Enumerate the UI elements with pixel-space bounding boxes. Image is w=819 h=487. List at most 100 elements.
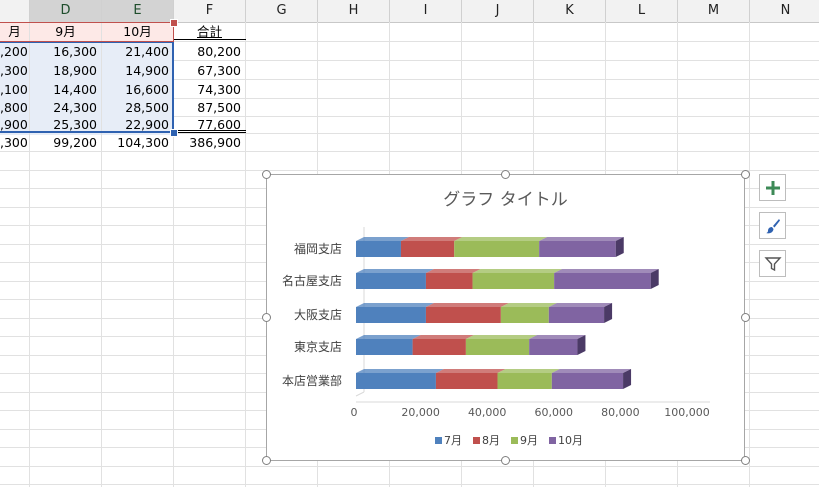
bar-segment-top — [435, 369, 506, 373]
chart-handle-top-left[interactable] — [262, 170, 271, 179]
bar-segment — [500, 307, 549, 323]
bar-segment — [435, 373, 498, 389]
bar-segment — [356, 373, 436, 389]
bar-segment-top — [497, 369, 560, 373]
cell-d[interactable]: 18,900 — [30, 61, 101, 81]
column-header-f[interactable]: F — [174, 0, 246, 22]
column-header-j[interactable]: J — [462, 0, 534, 22]
legend-swatch — [435, 437, 442, 444]
bar-segment — [412, 339, 466, 355]
bar-segment — [465, 339, 530, 355]
grid-vline — [245, 22, 246, 487]
bar-segment-top — [412, 335, 474, 339]
chart-area[interactable]: グラフ タイトル 0 20,000 40,000 60,000 80,000 100,00… — [266, 174, 745, 461]
chart-floor-edge — [355, 391, 365, 397]
column-header-i[interactable]: I — [390, 0, 462, 22]
cell-partial[interactable]: ,200 — [0, 42, 29, 62]
cell-total-d[interactable]: 99,200 — [30, 133, 101, 153]
bar-segment — [539, 241, 616, 257]
legend-label: 7月 — [444, 434, 462, 447]
chart-handle-top[interactable] — [501, 170, 510, 179]
x-tick-label: 100,000 — [664, 406, 710, 419]
column-header-h[interactable]: H — [318, 0, 390, 22]
cell-e[interactable]: 21,400 — [102, 42, 173, 62]
column-header-g[interactable]: G — [246, 0, 318, 22]
legend-swatch — [549, 437, 556, 444]
cell-e[interactable]: 16,600 — [102, 80, 173, 100]
bar-segment — [425, 307, 501, 323]
cell-d[interactable]: 16,300 — [30, 42, 101, 62]
legend-label: 9月 — [520, 434, 538, 447]
brush-icon — [765, 218, 780, 233]
x-tick-label: 0 — [351, 406, 358, 419]
grid-hline — [0, 466, 819, 467]
chart-handle-left[interactable] — [262, 313, 271, 322]
cell-total-f[interactable]: 386,900 — [174, 133, 245, 153]
column-header-k[interactable]: K — [534, 0, 606, 22]
x-tick-label: 40,000 — [468, 406, 507, 419]
cell-header-partial[interactable]: 月 — [0, 22, 29, 42]
cell-e[interactable]: 14,900 — [102, 61, 173, 81]
chart-handle-bottom-left[interactable] — [262, 456, 271, 465]
chart-styles-button[interactable] — [759, 212, 786, 239]
chart-elements-button[interactable] — [759, 174, 786, 201]
chart-handle-bottom[interactable] — [501, 456, 510, 465]
cell-f[interactable]: 80,200 — [174, 42, 245, 62]
column-header-d[interactable]: D — [30, 0, 102, 22]
cell-header-d[interactable]: 9月 — [30, 22, 101, 42]
category-label: 大阪支店 — [294, 308, 342, 322]
column-header-e[interactable]: E — [102, 0, 174, 22]
legend-swatch — [473, 437, 480, 444]
bar-segment — [356, 339, 413, 355]
bar-segment — [551, 373, 624, 389]
cell-f[interactable]: 67,300 — [174, 61, 245, 81]
grid-vline — [749, 22, 750, 487]
legend-swatch — [511, 437, 518, 444]
bar-segment — [356, 307, 426, 323]
chart-handle-top-right[interactable] — [741, 170, 750, 179]
bar-segment — [356, 273, 426, 289]
category-label: 東京支店 — [294, 340, 342, 354]
bar-segment-top — [356, 269, 434, 273]
category-label: 福岡支店 — [294, 241, 342, 256]
plus-icon — [765, 180, 780, 195]
bar-segment-top — [356, 335, 421, 339]
total-row-double-line — [174, 130, 246, 131]
chart-handle-right[interactable] — [741, 313, 750, 322]
bar-segment-top — [529, 335, 586, 339]
series-resize-handle[interactable] — [170, 19, 178, 27]
column-header-l[interactable]: L — [606, 0, 678, 22]
bar-segment-top — [551, 369, 632, 373]
bar-segment-top — [539, 237, 624, 241]
column-header-partial[interactable] — [0, 0, 30, 22]
cell-d[interactable]: 14,400 — [30, 80, 101, 100]
bar-segment — [548, 307, 605, 323]
bar-segment — [472, 273, 555, 289]
legend-label: 10月 — [558, 434, 583, 447]
column-header-n[interactable]: N — [750, 0, 819, 22]
cell-header-e[interactable]: 10月 — [102, 22, 173, 42]
filter-icon — [763, 256, 782, 271]
cell-partial[interactable]: ,100 — [0, 80, 29, 100]
bar-segment-top — [465, 335, 538, 339]
bar-segment — [425, 273, 473, 289]
bar-segment-top — [472, 269, 563, 273]
chart-handle-bottom-right[interactable] — [741, 456, 750, 465]
cell-total-partial[interactable]: ,300 — [0, 133, 29, 153]
bar-segment-top — [554, 269, 659, 273]
header-double-underline — [174, 39, 246, 40]
chart-filters-button[interactable] — [759, 250, 786, 277]
cell-total-e[interactable]: 104,300 — [102, 133, 173, 153]
cell-partial[interactable]: ,300 — [0, 61, 29, 81]
selection-resize-handle[interactable] — [170, 129, 178, 137]
category-label: 本店営業部 — [282, 373, 342, 388]
column-header-bar: D E F G H I J K L M N — [0, 0, 819, 23]
bar-segment-top — [425, 269, 481, 273]
spreadsheet: D E F G H I J K L M N 月 9月 10月 合計 ,200 1… — [0, 0, 819, 487]
category-label: 名古屋支店 — [282, 273, 342, 288]
bar-segment-top — [356, 237, 409, 241]
bar-segment-top — [454, 237, 548, 241]
column-header-m[interactable]: M — [678, 0, 750, 22]
cell-f[interactable]: 74,300 — [174, 80, 245, 100]
x-tick-label: 20,000 — [401, 406, 440, 419]
